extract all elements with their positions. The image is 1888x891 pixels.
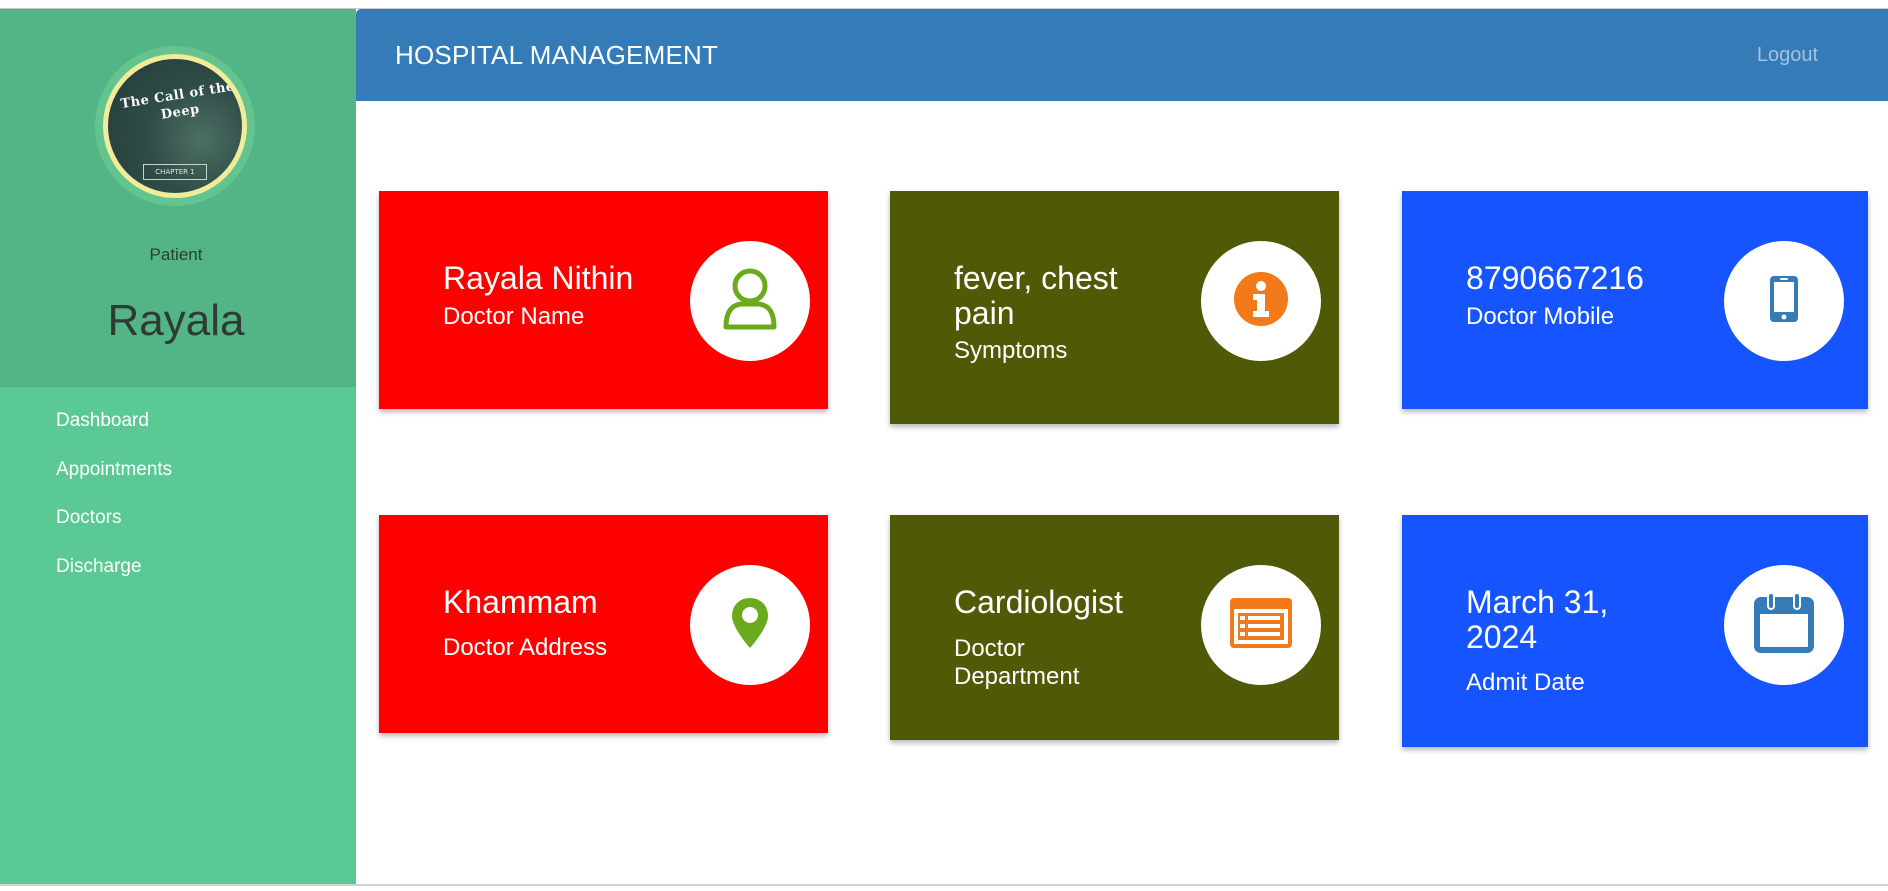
avatar: The Call of the Deep CHAPTER 1 bbox=[103, 54, 247, 198]
card-symptoms: fever, chest pain Symptoms bbox=[890, 191, 1339, 424]
sidebar-item-doctors[interactable]: Doctors bbox=[56, 506, 172, 555]
doctor-name-label: Doctor Name bbox=[443, 303, 585, 330]
icon-circle bbox=[690, 241, 810, 361]
list-card-icon bbox=[1229, 597, 1293, 654]
window-bottom-edge bbox=[0, 884, 1888, 891]
window-top-edge bbox=[0, 0, 1888, 9]
doctor-mobile-value: 8790667216 bbox=[1466, 260, 1644, 296]
logout-link[interactable]: Logout bbox=[1757, 44, 1818, 67]
doctor-address-value: Khammam bbox=[443, 584, 598, 620]
user-role: Patient bbox=[149, 245, 203, 264]
avatar-chapter-text: CHAPTER 1 bbox=[143, 164, 207, 180]
admit-date-value: March 31, 2024 bbox=[1466, 584, 1609, 655]
icon-circle bbox=[1201, 565, 1321, 685]
sidebar-item-discharge[interactable]: Discharge bbox=[56, 555, 172, 604]
icon-circle bbox=[1724, 565, 1844, 685]
user-name: Rayala bbox=[107, 296, 245, 345]
doctor-address-label: Doctor Address bbox=[443, 634, 608, 661]
avatar-title-text: The Call of the Deep bbox=[119, 79, 236, 123]
avatar-ring: The Call of the Deep CHAPTER 1 bbox=[95, 46, 255, 206]
icon-circle bbox=[690, 565, 810, 685]
admit-date-label: Admit Date bbox=[1466, 669, 1585, 696]
card-doctor-address: Khammam Doctor Address bbox=[379, 515, 828, 733]
sidebar: The Call of the Deep CHAPTER 1 Patient R… bbox=[0, 9, 356, 885]
doctor-name-value: Rayala Nithin bbox=[443, 260, 634, 296]
card-doctor-department: Cardiologist Doctor Department bbox=[890, 515, 1339, 740]
map-pin-icon bbox=[730, 596, 770, 655]
calendar-icon bbox=[1754, 591, 1814, 659]
sidebar-item-dashboard[interactable]: Dashboard bbox=[56, 409, 172, 458]
mobile-phone-icon bbox=[1769, 275, 1799, 328]
doctor-mobile-label: Doctor Mobile bbox=[1466, 303, 1615, 330]
user-icon bbox=[721, 266, 779, 337]
brand-title[interactable]: HOSPITAL MANAGEMENT bbox=[395, 40, 718, 71]
doctor-department-value: Cardiologist bbox=[954, 584, 1123, 620]
symptoms-value: fever, chest pain bbox=[954, 260, 1118, 331]
sidebar-nav: Dashboard Appointments Doctors Discharge bbox=[56, 409, 172, 603]
top-navbar: HOSPITAL MANAGEMENT Logout bbox=[356, 9, 1888, 101]
sidebar-item-appointments[interactable]: Appointments bbox=[56, 458, 172, 507]
doctor-department-label: Doctor Department bbox=[954, 635, 1080, 690]
card-doctor-name: Rayala Nithin Doctor Name bbox=[379, 191, 828, 409]
icon-circle bbox=[1724, 241, 1844, 361]
symptoms-label: Symptoms bbox=[954, 337, 1068, 364]
card-admit-date: March 31, 2024 Admit Date bbox=[1402, 515, 1868, 747]
icon-circle bbox=[1201, 241, 1321, 361]
info-icon bbox=[1233, 271, 1289, 332]
card-doctor-mobile: 8790667216 Doctor Mobile bbox=[1402, 191, 1868, 409]
profile-panel: The Call of the Deep CHAPTER 1 Patient R… bbox=[0, 9, 356, 387]
